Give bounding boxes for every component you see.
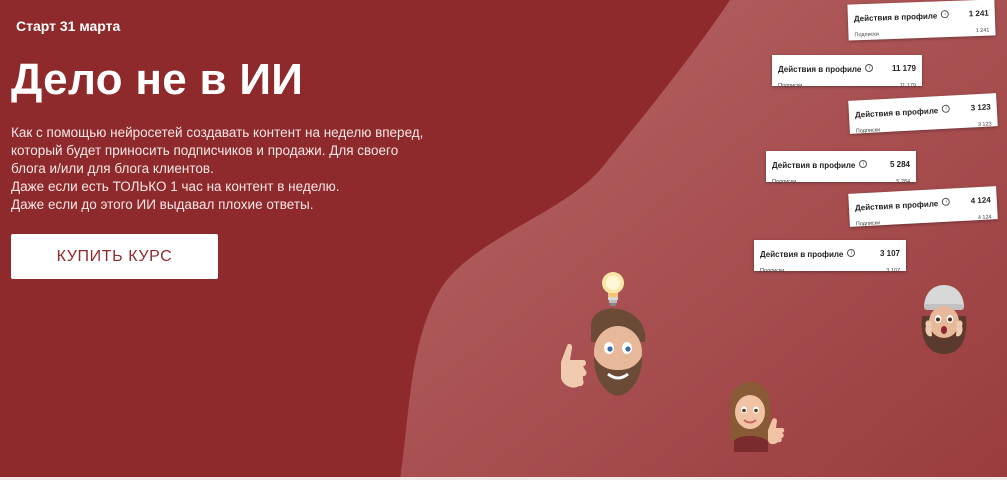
stat-card-sub-label: Подписки	[778, 83, 803, 89]
stat-card-title: Действия в профиле	[853, 11, 938, 24]
stat-card-value: 1 241	[968, 8, 989, 18]
start-date-label: Старт 31 марта	[16, 18, 121, 34]
stat-card-sub-value: 1 241	[975, 27, 990, 35]
info-icon: i	[865, 63, 874, 72]
course-description: Как с помощью нейросетей создавать конте…	[11, 125, 424, 176]
stat-card-sub-value: 3 123	[977, 121, 992, 129]
lightbulb-icon	[602, 272, 624, 306]
stat-card: Действия в профиле i 3 107 Подписки 3 107	[754, 240, 906, 274]
memoji-surprised-woman-icon	[921, 285, 967, 354]
stat-card: Действия в профиле i 1 241 Подписки 1 241	[847, 0, 996, 41]
info-icon: i	[847, 248, 856, 257]
info-icon: i	[859, 159, 868, 168]
info-icon: i	[941, 9, 950, 19]
stat-card-value: 5 284	[889, 159, 910, 169]
stat-card: Действия в профиле i 5 284 Подписки 5 284	[766, 151, 916, 185]
stat-card-sub-value: 11 179	[899, 83, 916, 89]
note-line-2: Даже если до этого ИИ выдавал плохие отв…	[11, 197, 314, 212]
stat-card-sub-label: Подписки	[772, 179, 797, 185]
stat-card: Действия в профиле i 3 123 Подписки 3 123	[848, 93, 998, 135]
buy-course-button[interactable]: КУПИТЬ КУРС	[11, 234, 218, 279]
stat-card-value: 3 107	[879, 248, 900, 258]
stat-card-sub-value: 5 284	[896, 179, 910, 185]
info-icon: i	[941, 197, 951, 206]
info-icon: i	[941, 104, 951, 113]
stat-card-sub-label: Подписки	[854, 31, 879, 39]
stat-card: Действия в профиле i 11 179 Подписки 11 179	[772, 55, 922, 89]
memoji-bearded-man-icon	[561, 308, 646, 396]
memoji-girl-thumbs-up-icon	[729, 382, 785, 452]
stat-card-sub-value: 4 124	[977, 214, 992, 222]
stat-card-sub-label: Подписки	[760, 268, 785, 274]
stat-card-sub-label: Подписки	[855, 220, 881, 228]
note-line-1: Даже если есть ТОЛЬКО 1 час на контент в…	[11, 179, 340, 194]
stat-card-value: 11 179	[891, 63, 916, 73]
stat-card-title: Действия в профиле	[772, 161, 856, 170]
stat-card-value: 3 123	[970, 101, 991, 112]
stat-card-sub-value: 3 107	[886, 268, 900, 274]
course-notes: Даже если есть ТОЛЬКО 1 час на контент в…	[11, 178, 431, 214]
stat-card-title: Действия в профиле	[760, 250, 844, 259]
stat-card: Действия в профиле i 4 124 Подписки 4 124	[848, 186, 998, 228]
stat-card-title: Действия в профиле	[854, 199, 939, 213]
stat-card-value: 4 124	[970, 194, 991, 205]
page-title: Дело не в ИИ	[11, 55, 304, 104]
stat-card-title: Действия в профиле	[854, 106, 939, 120]
stat-card-title: Действия в профиле	[778, 65, 862, 74]
stat-card-sub-label: Подписки	[855, 127, 881, 135]
